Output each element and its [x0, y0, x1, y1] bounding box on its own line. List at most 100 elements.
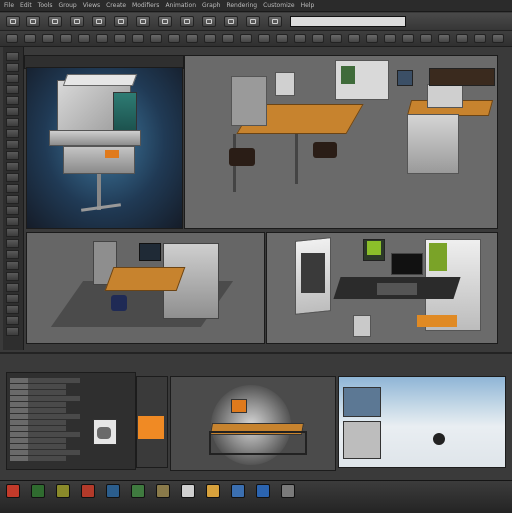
toolbar-button-5[interactable] — [114, 16, 128, 27]
property-row[interactable] — [10, 426, 66, 431]
toolbar2-button-1[interactable] — [24, 34, 36, 43]
toolbar2-button-12[interactable] — [222, 34, 234, 43]
toolbar2-button-2[interactable] — [42, 34, 54, 43]
toolbar-button-1[interactable] — [26, 16, 40, 27]
menu-item-modifiers[interactable]: Modifiers — [132, 2, 159, 9]
menu-item-edit[interactable]: Edit — [20, 2, 32, 9]
left-tool-button-14[interactable] — [6, 206, 19, 215]
menu-item-views[interactable]: Views — [83, 2, 100, 9]
toolbar2-button-14[interactable] — [258, 34, 270, 43]
menu-item-graph[interactable]: Graph — [202, 2, 220, 9]
toolbar2-button-13[interactable] — [240, 34, 252, 43]
left-tool-button-19[interactable] — [6, 261, 19, 270]
toolbar2-button-15[interactable] — [276, 34, 288, 43]
toolbar-button-11[interactable] — [246, 16, 260, 27]
toolbar2-button-5[interactable] — [96, 34, 108, 43]
property-row[interactable] — [10, 414, 80, 419]
property-row[interactable] — [10, 420, 66, 425]
viewport-top-right[interactable] — [184, 55, 498, 229]
toolbar2-button-27[interactable] — [492, 34, 504, 43]
toolbar2-button-11[interactable] — [204, 34, 216, 43]
toolbar2-button-8[interactable] — [150, 34, 162, 43]
toolbar2-button-9[interactable] — [168, 34, 180, 43]
property-row[interactable] — [10, 402, 66, 407]
left-tool-button-10[interactable] — [6, 162, 19, 171]
left-tool-button-3[interactable] — [6, 85, 19, 94]
left-tool-button-1[interactable] — [6, 63, 19, 72]
left-tool-button-20[interactable] — [6, 272, 19, 281]
toolbar2-button-4[interactable] — [78, 34, 90, 43]
left-tool-button-23[interactable] — [6, 305, 19, 314]
toolbar-button-4[interactable] — [92, 16, 106, 27]
app-icon-doc[interactable] — [181, 484, 195, 498]
left-tool-button-5[interactable] — [6, 107, 19, 116]
property-row[interactable] — [10, 390, 66, 395]
toolbar2-button-16[interactable] — [294, 34, 306, 43]
app-icon-green-2[interactable] — [131, 484, 145, 498]
property-row[interactable] — [10, 384, 66, 389]
left-tool-button-16[interactable] — [6, 228, 19, 237]
toolbar2-button-20[interactable] — [366, 34, 378, 43]
toolbar2-button-3[interactable] — [60, 34, 72, 43]
toolbar2-button-24[interactable] — [438, 34, 450, 43]
toolbar-button-7[interactable] — [158, 16, 172, 27]
toolbar2-button-22[interactable] — [402, 34, 414, 43]
menu-item-file[interactable]: File — [4, 2, 14, 9]
app-icon-blue-2[interactable] — [256, 484, 270, 498]
property-row[interactable] — [10, 432, 80, 437]
viewport-bottom-right[interactable] — [266, 232, 498, 344]
color-swatch[interactable] — [138, 416, 164, 439]
property-row[interactable] — [10, 444, 66, 449]
left-tool-button-6[interactable] — [6, 118, 19, 127]
viewport-perspective[interactable] — [26, 67, 183, 229]
menu-item-animation[interactable]: Animation — [165, 2, 196, 9]
toolbar2-button-19[interactable] — [348, 34, 360, 43]
left-tool-button-22[interactable] — [6, 294, 19, 303]
left-tool-button-15[interactable] — [6, 217, 19, 226]
toolbar-button-3[interactable] — [70, 16, 84, 27]
left-tool-button-11[interactable] — [6, 173, 19, 182]
menu-item-rendering[interactable]: Rendering — [226, 2, 257, 9]
app-icon-cloud[interactable] — [231, 484, 245, 498]
toolbar2-button-18[interactable] — [330, 34, 342, 43]
toolbar-button-8[interactable] — [180, 16, 194, 27]
toolbar2-button-10[interactable] — [186, 34, 198, 43]
property-row[interactable] — [10, 450, 80, 455]
left-tool-button-2[interactable] — [6, 74, 19, 83]
close-icon[interactable] — [6, 484, 20, 498]
property-row[interactable] — [10, 438, 66, 443]
menu-item-create[interactable]: Create — [106, 2, 126, 9]
search-input[interactable] — [290, 16, 406, 27]
left-tool-button-25[interactable] — [6, 327, 19, 336]
toolbar-button-10[interactable] — [224, 16, 238, 27]
app-icon-green[interactable] — [31, 484, 45, 498]
toolbar2-button-6[interactable] — [114, 34, 126, 43]
toolbar-button-9[interactable] — [202, 16, 216, 27]
left-tool-button-12[interactable] — [6, 184, 19, 193]
toolbar-button-12[interactable] — [268, 16, 282, 27]
menu-item-tools[interactable]: Tools — [38, 2, 53, 9]
toolbar2-button-26[interactable] — [474, 34, 486, 43]
toolbar2-button-17[interactable] — [312, 34, 324, 43]
property-row[interactable] — [10, 396, 80, 401]
toolbar-button-2[interactable] — [48, 16, 62, 27]
left-tool-button-18[interactable] — [6, 250, 19, 259]
app-icon-grey[interactable] — [281, 484, 295, 498]
left-tool-button-4[interactable] — [6, 96, 19, 105]
property-row[interactable] — [10, 378, 80, 383]
toolbar2-button-23[interactable] — [420, 34, 432, 43]
toolbar2-button-0[interactable] — [6, 34, 18, 43]
left-tool-button-9[interactable] — [6, 151, 19, 160]
app-icon-red[interactable] — [81, 484, 95, 498]
viewport-bottom-left[interactable] — [26, 232, 265, 344]
left-tool-button-24[interactable] — [6, 316, 19, 325]
preview-panel[interactable] — [170, 376, 336, 471]
menu-item-customize[interactable]: Customize — [263, 2, 295, 9]
menu-item-help[interactable]: Help — [301, 2, 315, 9]
toolbar-button-6[interactable] — [136, 16, 150, 27]
toolbar2-button-21[interactable] — [384, 34, 396, 43]
menu-item-group[interactable]: Group — [58, 2, 76, 9]
toolbar2-button-25[interactable] — [456, 34, 468, 43]
left-tool-button-0[interactable] — [6, 52, 19, 61]
toolbar2-button-7[interactable] — [132, 34, 144, 43]
